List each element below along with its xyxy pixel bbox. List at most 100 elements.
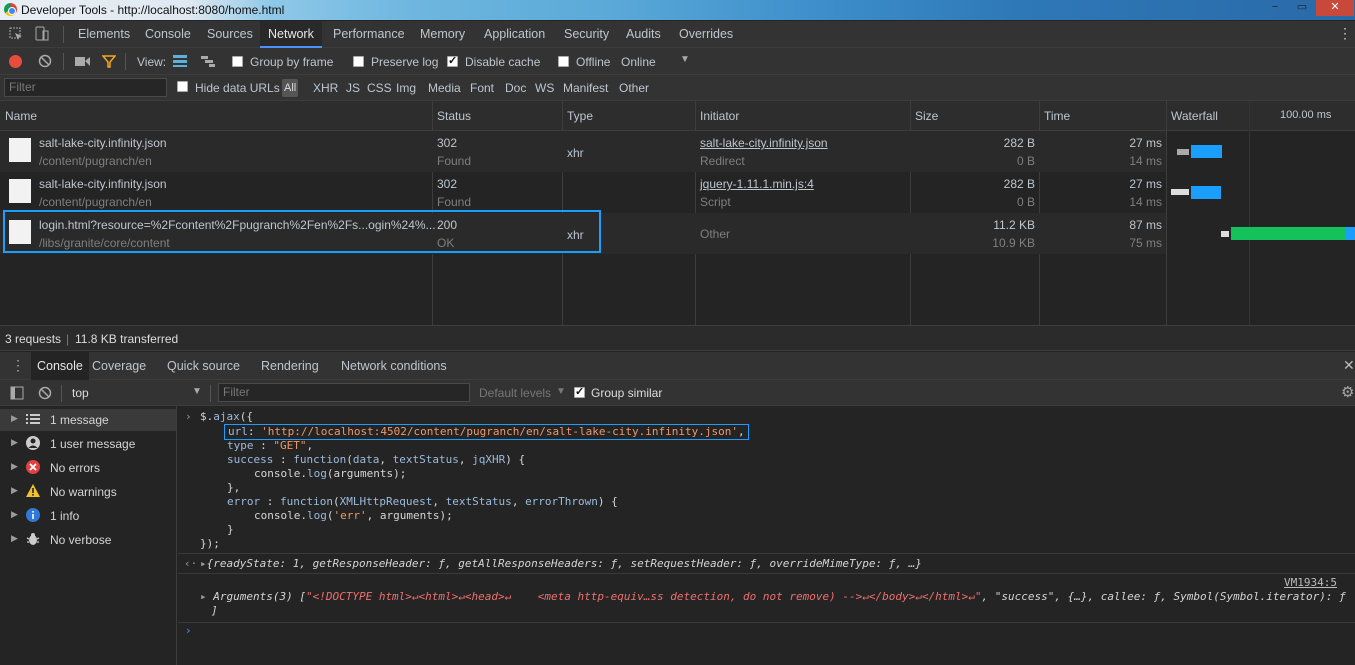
- request-path: /content/pugranch/en: [39, 154, 152, 168]
- console-output[interactable]: › $.ajax({ url: 'http://localhost:4502/c…: [178, 406, 1355, 665]
- request-initiator-link[interactable]: salt-lake-city.infinity.json: [700, 136, 828, 150]
- column-size[interactable]: Size: [915, 109, 938, 123]
- log-levels-select[interactable]: Default levels: [479, 386, 551, 400]
- drawer-tab-coverage[interactable]: Coverage: [92, 352, 146, 380]
- type-filter-doc[interactable]: Doc: [505, 81, 526, 95]
- request-name[interactable]: salt-lake-city.infinity.json: [39, 136, 167, 150]
- waterfall-scale: 100.00 ms: [1280, 109, 1332, 121]
- tab-performance[interactable]: Performance: [333, 21, 405, 48]
- tab-network[interactable]: Network: [260, 21, 322, 48]
- device-toolbar-icon[interactable]: [34, 26, 50, 42]
- close-drawer-icon[interactable]: ✕: [1343, 357, 1355, 374]
- request-size: 282 B: [1003, 136, 1035, 150]
- levels-dropdown-icon[interactable]: ▼: [556, 386, 566, 397]
- tab-console[interactable]: Console: [145, 21, 191, 48]
- console-settings-icon[interactable]: ⚙: [1341, 383, 1354, 401]
- offline-checkbox[interactable]: [558, 56, 569, 67]
- column-status[interactable]: Status: [437, 109, 471, 123]
- screenshot-camera-icon[interactable]: [75, 56, 91, 67]
- more-options-icon[interactable]: ⋮: [1338, 25, 1352, 42]
- group-by-frame-checkbox[interactable]: [232, 56, 243, 67]
- table-row[interactable]: salt-lake-city.infinity.json /content/pu…: [0, 131, 1166, 172]
- request-name[interactable]: salt-lake-city.infinity.json: [39, 177, 167, 191]
- request-initiator-link[interactable]: jquery-1.11.1.min.js:4: [700, 177, 814, 191]
- code-line: console.log('err', arguments);: [254, 509, 453, 522]
- maximize-button[interactable]: ▭: [1289, 0, 1315, 16]
- request-initiator-sub: Script: [700, 195, 731, 209]
- file-icon: [9, 179, 31, 203]
- waterfall-bar-wait: [1171, 189, 1189, 195]
- clear-console-icon[interactable]: [38, 386, 52, 400]
- large-rows-icon[interactable]: [172, 54, 188, 68]
- request-size-sub: 0 B: [1016, 195, 1035, 209]
- log-source-link[interactable]: VM1934:5: [1284, 576, 1337, 590]
- sidebar-item-errors[interactable]: ▶ No errors: [0, 457, 176, 479]
- filter-funnel-icon[interactable]: [102, 55, 116, 68]
- column-time[interactable]: Time: [1044, 109, 1070, 123]
- filter-input[interactable]: Filter: [4, 78, 167, 97]
- sidebar-item-verbose[interactable]: ▶ No verbose: [0, 529, 176, 551]
- table-row[interactable]: salt-lake-city.infinity.json /content/pu…: [0, 172, 1166, 213]
- tab-audits[interactable]: Audits: [626, 21, 661, 48]
- column-initiator[interactable]: Initiator: [700, 109, 739, 123]
- disable-cache-label: Disable cache: [465, 55, 541, 69]
- close-window-button[interactable]: ✕: [1316, 0, 1354, 16]
- drawer-menu-icon[interactable]: ⋮: [11, 357, 25, 374]
- column-waterfall[interactable]: Waterfall: [1171, 109, 1218, 123]
- drawer-tab-network-conditions[interactable]: Network conditions: [341, 352, 447, 380]
- group-similar-checkbox[interactable]: [574, 385, 585, 398]
- waterfall-overview-icon[interactable]: [200, 54, 216, 68]
- type-filter-all[interactable]: All: [282, 79, 299, 97]
- throttling-select[interactable]: Online: [621, 55, 656, 69]
- code-line: });: [200, 537, 220, 550]
- sidebar-item-warnings[interactable]: ▶ No warnings: [0, 481, 176, 503]
- request-size-sub: 10.9 KB: [992, 236, 1035, 250]
- tab-elements[interactable]: Elements: [78, 21, 130, 48]
- sidebar-toggle-icon[interactable]: [10, 386, 24, 400]
- tab-application[interactable]: Application: [484, 21, 545, 48]
- request-status-text: Found: [437, 195, 472, 209]
- view-label: View:: [137, 55, 167, 69]
- drawer-tab-quick-source[interactable]: Quick source: [167, 352, 240, 380]
- disable-cache-checkbox[interactable]: [447, 54, 458, 67]
- inspect-element-icon[interactable]: [9, 27, 23, 41]
- log-arguments[interactable]: ▸ Arguments(3) ["<!DOCTYPE html>↵<html>↵…: [200, 590, 1346, 604]
- code-line: error : function(XMLHttpRequest, textSta…: [227, 495, 618, 508]
- preserve-log-checkbox[interactable]: [353, 56, 364, 67]
- request-time: 87 ms: [1129, 218, 1162, 232]
- tab-security[interactable]: Security: [564, 21, 609, 48]
- type-filter-img[interactable]: Img: [396, 81, 416, 95]
- sidebar-item-info[interactable]: ▶ 1 info: [0, 505, 176, 527]
- file-icon: [9, 138, 31, 162]
- type-filter-media[interactable]: Media: [428, 81, 461, 95]
- type-filter-xhr[interactable]: XHR: [313, 81, 338, 95]
- minimize-button[interactable]: −: [1262, 0, 1288, 16]
- type-filter-manifest[interactable]: Manifest: [563, 81, 608, 95]
- column-type[interactable]: Type: [567, 109, 593, 123]
- clear-icon[interactable]: [38, 54, 52, 68]
- hide-data-urls-checkbox[interactable]: [177, 81, 188, 92]
- type-filter-css[interactable]: CSS: [367, 81, 392, 95]
- sidebar-item-user-messages[interactable]: ▶ 1 user message: [0, 433, 176, 455]
- type-filter-font[interactable]: Font: [470, 81, 494, 95]
- waterfall-bar-download: [1346, 227, 1355, 240]
- console-prompt[interactable]: ›: [185, 624, 192, 638]
- tab-overrides[interactable]: Overrides: [679, 21, 733, 48]
- type-filter-ws[interactable]: WS: [535, 81, 554, 95]
- type-filter-js[interactable]: JS: [346, 81, 360, 95]
- drawer-tab-console[interactable]: Console: [31, 352, 89, 380]
- sidebar-item-messages[interactable]: ▶ 1 message: [0, 409, 176, 431]
- ajax-result[interactable]: ▸{readyState: 1, getResponseHeader: ƒ, g…: [200, 557, 922, 571]
- context-select[interactable]: top: [72, 386, 89, 400]
- request-status: 302: [437, 136, 458, 150]
- record-icon[interactable]: [9, 55, 22, 68]
- console-filter-input[interactable]: Filter: [218, 383, 470, 402]
- tab-memory[interactable]: Memory: [420, 21, 465, 48]
- throttling-dropdown-icon[interactable]: ▼: [680, 54, 690, 65]
- request-status: 302: [437, 177, 458, 191]
- tab-sources[interactable]: Sources: [207, 21, 253, 48]
- drawer-tab-rendering[interactable]: Rendering: [261, 352, 319, 380]
- type-filter-other[interactable]: Other: [619, 81, 649, 95]
- context-dropdown-icon[interactable]: ▼: [192, 386, 202, 397]
- column-name[interactable]: Name: [5, 109, 37, 123]
